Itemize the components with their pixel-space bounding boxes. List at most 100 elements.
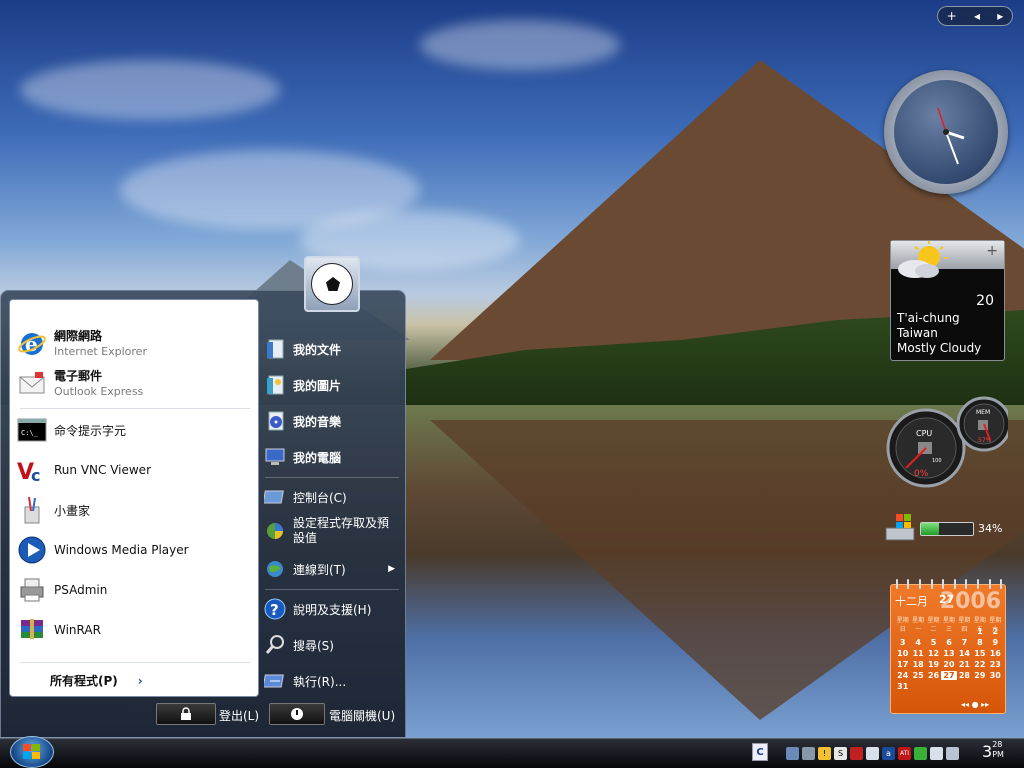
right-item-computer[interactable]: 我的電腦	[263, 441, 403, 473]
lock-button[interactable]	[156, 703, 216, 725]
recent-item-windows-media-player[interactable]: Windows Media Player	[16, 532, 252, 568]
right-item-music[interactable]: 我的音樂	[263, 405, 403, 437]
calendar-month: 十二月	[895, 595, 928, 608]
windows-logo-icon	[23, 744, 40, 759]
right-item-connect-to[interactable]: 連線到(T) ▶	[263, 553, 403, 585]
power-icon	[291, 708, 303, 720]
calendar-date[interactable]: 27	[941, 671, 957, 680]
shutdown-label[interactable]: 電腦關機(U)	[329, 707, 395, 724]
system-tray: ! S a ATI	[786, 742, 959, 764]
settings-icon[interactable]	[802, 746, 815, 760]
right-item-label: 我的圖片	[293, 378, 342, 393]
calendar-date[interactable]: 3	[895, 638, 910, 647]
logoff-label[interactable]: 登出(L)	[219, 707, 259, 724]
app-subtitle: Outlook Express	[54, 385, 144, 398]
calendar-date[interactable]: 26	[926, 671, 941, 680]
calendar-date[interactable]: 14	[957, 649, 972, 658]
recent-item-command-prompt[interactable]: C:\_ 命令提示字元	[16, 412, 252, 448]
start-button[interactable]	[10, 736, 54, 768]
calendar-date[interactable]: 31	[895, 682, 910, 691]
lock-icon	[181, 707, 191, 720]
calendar-date[interactable]: 16	[988, 649, 1003, 658]
all-programs-button[interactable]: 所有程式(P) ›	[50, 672, 143, 689]
previous-page-button[interactable]: ◂	[974, 9, 980, 23]
right-item-label: 搜尋(S)	[293, 638, 334, 653]
app-title: 小畫家	[54, 503, 91, 518]
calendar-gadget[interactable]: 2006 十二月 27 星期日 星期一 星期二 星期三 星期四 星期五 星期六 123456…	[890, 579, 1006, 714]
network-icon[interactable]	[786, 746, 799, 760]
calendar-date[interactable]: 29	[972, 671, 987, 680]
calendar-date[interactable]: 25	[910, 671, 925, 680]
display-icon[interactable]	[930, 746, 943, 760]
right-item-program-access[interactable]: 設定程式存取及預設值	[263, 511, 403, 551]
right-item-label: 我的電腦	[293, 450, 342, 465]
font-icon[interactable]: a	[882, 746, 895, 760]
cpu-label: CPU	[916, 429, 932, 438]
cpu-meter-gadget[interactable]: CPU 100 0% MEM 57%	[884, 396, 1008, 488]
user-avatar[interactable]	[304, 256, 360, 312]
calendar-date[interactable]: 22	[972, 660, 987, 669]
battery-gadget[interactable]: 34%	[884, 512, 1004, 546]
wifi-icon[interactable]	[914, 746, 927, 760]
calendar-date[interactable]: 30	[988, 671, 1003, 680]
ati-icon[interactable]: ATI	[898, 746, 911, 760]
clock-gadget[interactable]	[884, 70, 1008, 194]
calendar-date[interactable]: 8	[972, 638, 987, 647]
calendar-date[interactable]: 28	[957, 671, 972, 680]
calendar-nav-buttons[interactable]: ◂◂ ● ▸▸	[961, 700, 989, 709]
calendar-date[interactable]: 4	[910, 638, 925, 647]
s-icon[interactable]: S	[834, 746, 847, 760]
recent-item-paint[interactable]: 小畫家	[16, 492, 252, 528]
calendar-date[interactable]: 9	[988, 638, 1003, 647]
calendar-date[interactable]: 12	[926, 649, 941, 658]
right-item-pictures[interactable]: 我的圖片	[263, 369, 403, 401]
mem-value: 57%	[978, 437, 992, 444]
calendar-date[interactable]: 2	[988, 627, 1003, 636]
add-gadget-button[interactable]: +	[947, 9, 957, 23]
svg-text:e: e	[25, 332, 38, 356]
shield-icon[interactable]	[850, 746, 863, 760]
calendar-date[interactable]: 11	[910, 649, 925, 658]
warning-icon[interactable]: !	[818, 746, 831, 760]
documents-icon	[263, 337, 287, 361]
right-item-label: 連線到(T)	[293, 562, 346, 577]
recent-item-psadmin[interactable]: PSAdmin	[16, 572, 252, 608]
right-item-documents[interactable]: 我的文件	[263, 333, 403, 365]
calendar-date[interactable]: 21	[957, 660, 972, 669]
right-item-search[interactable]: 搜尋(S)	[263, 629, 403, 661]
weather-gadget[interactable]: + 20 T'ai-chung Taiwan Mostly Cloudy	[890, 240, 1005, 361]
cpu-value: 0%	[914, 469, 929, 479]
calendar-date[interactable]: 19	[926, 660, 941, 669]
calendar-date[interactable]: 10	[895, 649, 910, 658]
clock-ampm: PM	[992, 750, 1004, 759]
power-button[interactable]	[269, 703, 325, 725]
pinned-item-internet-explorer[interactable]: e 網際網路 Internet Explorer	[16, 326, 252, 362]
battery-computer-icon	[885, 514, 915, 541]
window-icon[interactable]	[866, 746, 879, 760]
right-item-run[interactable]: 執行(R)...	[263, 665, 403, 697]
calendar-date[interactable]: 24	[895, 671, 910, 680]
pinned-item-outlook-express[interactable]: 電子郵件 Outlook Express	[16, 366, 252, 402]
weather-options-icon[interactable]: +	[986, 243, 998, 259]
calendar-date[interactable]: 5	[926, 638, 941, 647]
calendar-date[interactable]: 20	[941, 660, 956, 669]
menu-divider	[20, 662, 250, 663]
clock-minutes: 28	[992, 740, 1003, 749]
calendar-date[interactable]: 17	[895, 660, 910, 669]
volume-icon[interactable]	[946, 746, 959, 760]
recent-item-winrar[interactable]: WinRAR	[16, 612, 252, 648]
calendar-date[interactable]: 15	[972, 649, 987, 658]
input-method-indicator[interactable]: C	[752, 743, 768, 761]
calendar-date[interactable]: 1	[972, 627, 987, 636]
calendar-date[interactable]: 18	[910, 660, 925, 669]
calendar-date[interactable]: 7	[957, 638, 972, 647]
taskbar-clock[interactable]: 328 PM	[982, 740, 1004, 764]
next-page-button[interactable]: ▸	[997, 9, 1003, 23]
calendar-date[interactable]: 13	[941, 649, 956, 658]
right-item-label: 我的文件	[293, 342, 342, 357]
calendar-date[interactable]: 6	[941, 638, 956, 647]
calendar-date[interactable]: 23	[988, 660, 1003, 669]
recent-item-vnc-viewer[interactable]: Vc Run VNC Viewer	[16, 452, 252, 488]
right-item-control-panel[interactable]: 控制台(C)	[263, 481, 403, 513]
right-item-help[interactable]: ? 說明及支援(H)	[263, 593, 403, 625]
